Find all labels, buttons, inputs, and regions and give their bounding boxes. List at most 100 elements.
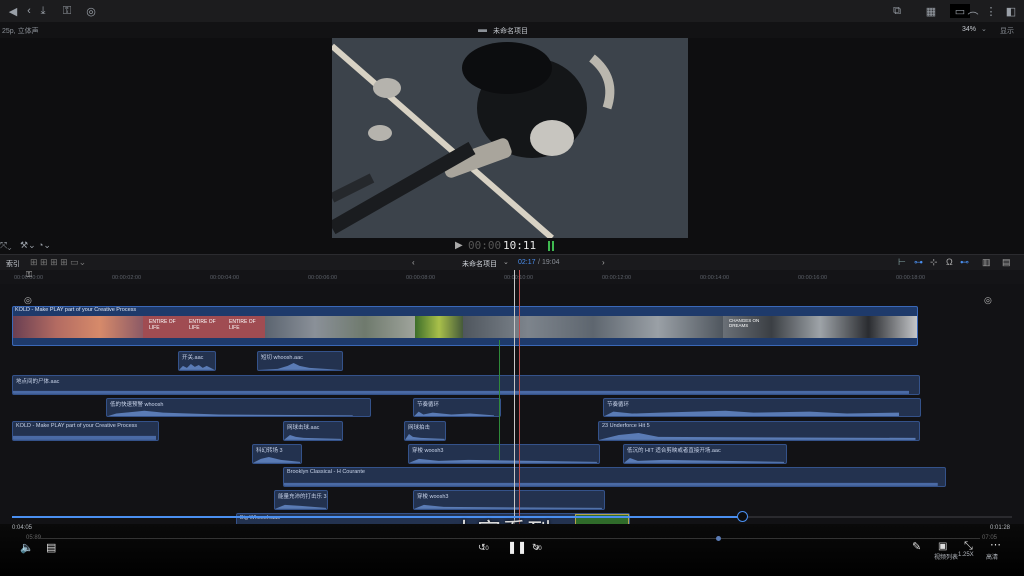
waveform [179,364,215,370]
more-icon[interactable]: ⋯ [990,538,1001,551]
download-icon[interactable]: ⤓ [36,4,50,18]
pause-button[interactable]: ❚❚ [507,540,527,554]
waveform [405,434,445,440]
timecode: 10:11 [503,239,537,252]
wrench-icon[interactable]: ⚒⌄ [20,240,36,251]
waveform [599,433,916,440]
audio-clip[interactable]: 穿梭 woosh3 [413,490,605,510]
waveform [284,435,342,440]
timeline-project-name[interactable]: 未命名项目 [462,259,497,269]
audio-clip[interactable]: 科幻转场 3 [252,444,302,464]
chevron-down-icon[interactable]: ⌄ [981,25,987,33]
audio-clip[interactable]: 短切 whoosh.aac [257,351,343,371]
audio-clip[interactable]: 低沉的 HIT 适合剪映或者直接开场.aac [623,444,787,464]
waveform [414,411,495,416]
timeline-ruler[interactable]: 00:00:00:00 00:00:02:00 00:00:04:00 00:0… [0,270,1024,285]
player-progress-knob[interactable] [737,511,748,522]
effects-browser-icon[interactable]: ▤ [1002,257,1011,268]
chevron-left-icon[interactable]: ‹ [22,4,36,18]
waveform [414,505,602,509]
key-icon[interactable]: ⚿ [60,4,74,18]
audio-clip[interactable]: 节奏循环 [413,398,501,417]
subtitle-icon[interactable]: ▤ [46,541,56,554]
snapping-icon[interactable]: ⊷ [960,257,969,268]
video-clip[interactable]: KOLD - Make PLAY part of your Creative P… [12,306,918,346]
speed-gauge-icon[interactable]: ◔⌄ [38,240,51,251]
project-duration: 19:04 [542,259,560,266]
volume-icon[interactable]: 🔈 [20,541,34,554]
timecode-prefix: 00:00 [468,239,502,252]
marker-icon[interactable]: ◎ [984,295,992,306]
project-title: 未命名项目 [493,28,528,35]
connection-icon[interactable]: ◎ [24,295,32,306]
play-icon[interactable]: ▶ [455,240,463,251]
audio-clip[interactable]: 节奏循环 [603,398,921,417]
ruler-tick: 00:00:12:00 [602,275,632,281]
waveform [409,459,597,463]
total-time: 0:01:28 [990,525,1011,531]
timeline-tracks[interactable]: ◎ ◎ KOLD - Make PLAY part of your Creati… [0,284,1024,529]
audio-meter-right [552,241,554,251]
check-circle-icon[interactable]: ◎ [84,4,98,18]
select-tool-icon[interactable]: ⤧⌄ [0,240,11,251]
audio-clip[interactable]: 能量充沛的打击乐 3 [274,490,328,510]
playhead-position: 02:17 [518,259,536,266]
edit-point-marker [499,340,500,460]
ruler-tick: 00:00:04:00 [210,275,240,281]
audio-clip[interactable]: 穿梭 woosh3 [408,444,600,464]
nav-back-icon[interactable]: ‹ [412,258,415,267]
pencil-icon[interactable]: ✎ [912,540,921,553]
video-preview[interactable] [332,38,688,238]
waveform [107,410,353,416]
timeline-toolbar: 索引 ⊞ ⊞ ⊞ ⊞ ▭⌄ ‹ 未命名项目 ⌄ 02:17 / 19:04 › … [0,254,1024,271]
thumbnail-sunset [13,316,143,338]
playhead[interactable] [514,270,515,524]
display-menu[interactable]: 显示 [1000,26,1014,36]
ruler-tick: 00:00:16:00 [798,275,828,281]
waveform [604,410,900,416]
audio-clip[interactable]: Brooklyn Classical - H Courante [283,467,946,487]
sidebar-icon[interactable]: ◧ [1004,4,1018,18]
speed-label[interactable]: 1.25X [958,552,974,558]
waveform [13,436,157,440]
chevron-down-icon[interactable]: ⌄ [503,258,509,266]
video-frame-image [332,38,688,238]
grid-icon[interactable]: ▦ [924,4,938,18]
clip-appearance-icon[interactable]: ⊞ ⊞ ⊞ ⊞ ▭⌄ [30,257,86,268]
skip-forward-seconds: 30 [535,546,542,552]
ruler-tick: 00:00:08:00 [406,275,436,281]
quality-label[interactable]: 高清 [986,552,998,561]
audio-clip[interactable]: 开关.aac [178,351,216,371]
playlist-label[interactable]: 视频列表 [934,552,958,561]
current-time: 0:04:05 [12,525,33,531]
nav-forward-icon[interactable]: › [602,258,605,267]
solo-icon[interactable]: ⊹ [930,257,938,268]
zoom-level[interactable]: 34% [962,26,976,33]
audio-clip[interactable]: 23 Underforce Hit 5 [598,421,920,441]
skimming-icon[interactable]: ⊢ [898,257,906,268]
lock-icon[interactable]: ⚿ [26,270,32,280]
playlist-icon[interactable]: ▣ [938,541,947,552]
back-arrow-icon[interactable]: ◀ [6,4,20,18]
audio-clip[interactable]: 低的快速预警 whoosh [106,398,371,417]
thumbnail-court [265,316,415,338]
library-icon[interactable]: ⧉ [890,4,904,18]
headphones-icon[interactable]: Ω [946,257,953,267]
audio-clip[interactable]: KOLD - Make PLAY part of your Creative P… [12,421,159,441]
audio-clip[interactable]: 地点间的尸体.aac [12,375,920,395]
audio-clip[interactable]: 网球拍击 [404,421,446,441]
top-toolbar: ◀ ‹ ⤓ ⚿ ◎ ⧉ ▦ ▭ ⌒ ⋮ ◧ [0,0,1024,24]
index-button[interactable]: 索引 [6,259,20,269]
clip-options-icon[interactable]: ▥ [982,257,991,268]
audio-skimming-icon[interactable]: ⊶ [914,257,923,268]
format-label: 25p, 立体声 [2,28,39,35]
player-controls: 0:04:05 0:01:28 05:89 07:05 🔈 ▤ ↺ 10 ❚❚ … [0,524,1024,576]
ruler-tick: 00:00:18:00 [896,275,926,281]
skimmer [519,270,520,524]
thumbnail-ball [415,316,463,338]
ruler-tick: 00:00:14:00 [700,275,730,281]
audio-clip[interactable]: 网球击球.aac [283,421,343,441]
waveform [284,483,938,486]
viewer-header: 25p, 立体声 ▬ 未命名项目 34% ⌄ 显示 [0,22,1024,38]
more-icon[interactable]: ⋮ [984,4,998,18]
